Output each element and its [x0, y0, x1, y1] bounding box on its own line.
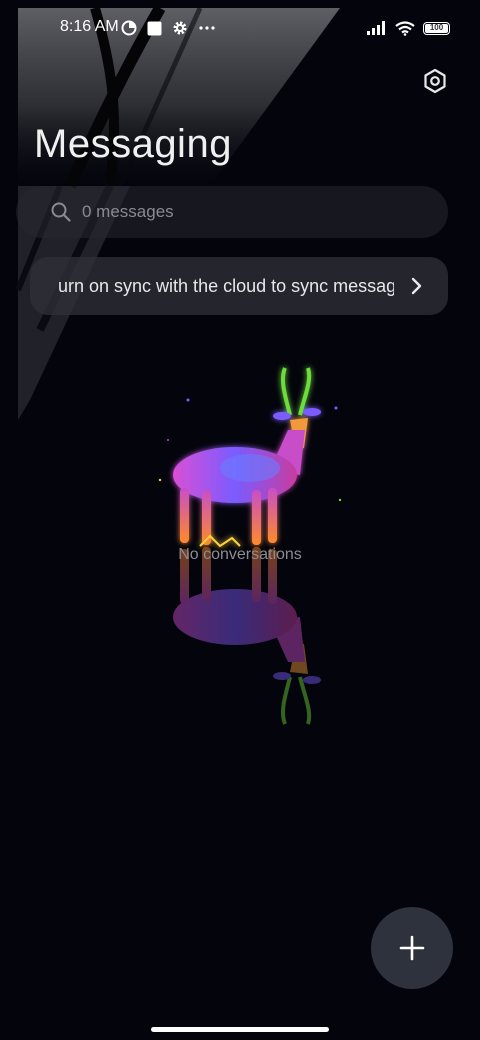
more-dots-icon: [199, 26, 215, 30]
plus-icon: [399, 935, 425, 961]
empty-state-text: No conversations: [178, 546, 302, 563]
page-title: Messaging: [34, 122, 232, 166]
hexagon-settings-icon: [424, 68, 446, 94]
data-saver-icon: [121, 20, 137, 36]
messaging-screen: 8:16 AM 100 Messaging 0 messages urn on …: [0, 0, 480, 1040]
settings-button[interactable]: [420, 66, 450, 96]
sync-banner-text: urn on sync with the cloud to sync messa…: [58, 276, 394, 296]
battery-icon: 100: [423, 21, 450, 35]
battery-level: 100: [429, 23, 444, 32]
search-icon: [51, 202, 71, 222]
status-left-icons: [121, 18, 216, 38]
wifi-icon: [395, 20, 415, 36]
status-bar: 8:16 AM 100: [0, 0, 480, 56]
new-message-button[interactable]: [371, 907, 453, 989]
home-indicator[interactable]: [151, 1027, 329, 1032]
square-notification-icon: [147, 21, 162, 35]
search-input[interactable]: 0 messages: [16, 186, 448, 238]
signal-icon: [367, 21, 385, 35]
chevron-right-icon: [411, 277, 422, 295]
status-right-icons: 100: [367, 18, 450, 38]
sync-banner[interactable]: urn on sync with the cloud to sync messa…: [30, 257, 448, 315]
status-time: 8:16 AM: [60, 18, 119, 35]
search-placeholder: 0 messages: [82, 202, 174, 221]
gear-icon: [173, 21, 187, 35]
